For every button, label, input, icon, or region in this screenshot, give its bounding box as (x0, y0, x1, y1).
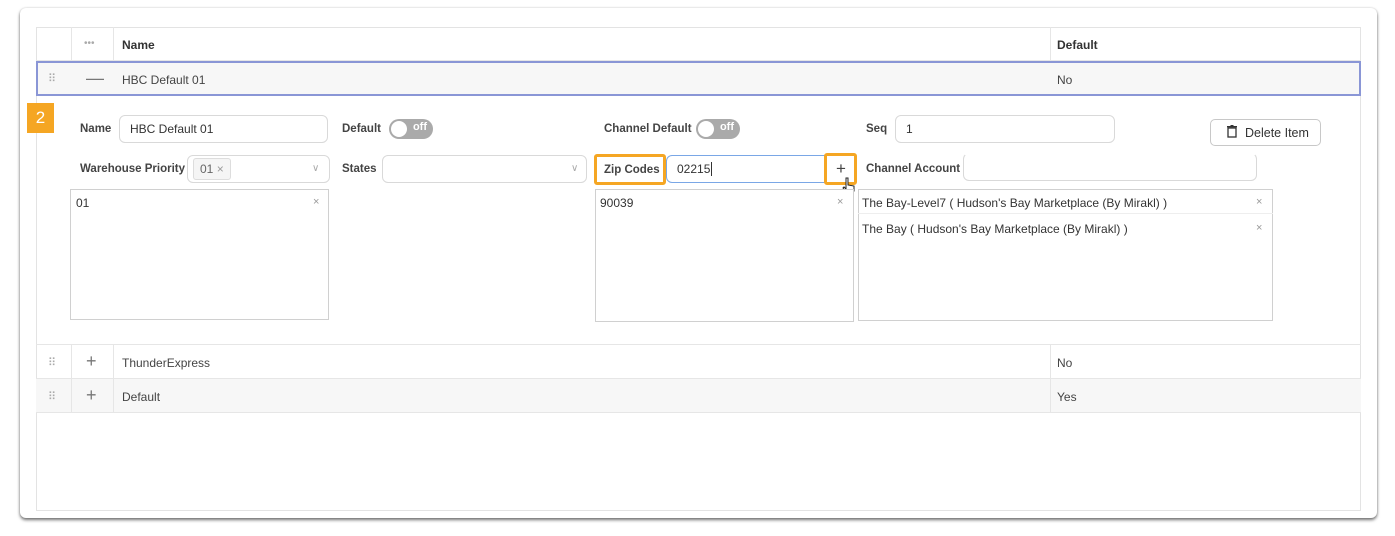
column-menu-icon[interactable]: ••• (84, 38, 95, 49)
warehouse-priority-list (70, 189, 329, 320)
delete-item-button[interactable]: Delete Item (1210, 119, 1321, 146)
row-name: ThunderExpress (122, 356, 211, 370)
zip-codes-label: Zip Codes (604, 164, 660, 176)
default-label: Default (342, 123, 381, 135)
zip-codes-list (595, 189, 854, 322)
chevron-down-icon[interactable]: ∨ (312, 163, 319, 174)
channel-default-toggle[interactable]: off (696, 119, 740, 139)
row-name: Default (122, 390, 161, 404)
expand-icon[interactable]: + (86, 352, 97, 370)
row-default: Yes (1057, 390, 1077, 404)
remove-icon[interactable]: × (837, 196, 843, 208)
default-toggle[interactable]: off (389, 119, 433, 139)
table-row[interactable] (36, 379, 1361, 413)
chevron-down-icon[interactable]: ∨ (571, 163, 578, 174)
collapse-icon[interactable]: — (86, 69, 104, 87)
list-item: The Bay ( Hudson's Bay Marketplace (By M… (862, 222, 1128, 236)
trash-icon (1227, 125, 1237, 141)
table-row[interactable] (36, 61, 1361, 96)
table-row[interactable] (36, 345, 1361, 379)
warehouse-tag[interactable]: 01 × (193, 158, 231, 180)
column-header-name[interactable]: Name (122, 38, 155, 52)
tag-remove-icon[interactable]: × (217, 162, 224, 176)
drag-handle-icon[interactable]: ⠿ (48, 72, 56, 85)
channel-account-select[interactable] (963, 153, 1257, 181)
row-name: HBC Default 01 (122, 73, 206, 87)
row-default: No (1057, 356, 1073, 370)
channel-account-label: Channel Account (866, 163, 961, 175)
remove-icon[interactable]: × (1256, 196, 1262, 208)
states-label: States (342, 163, 377, 175)
row-default: No (1057, 73, 1073, 87)
plus-icon: + (836, 159, 846, 178)
remove-icon[interactable]: × (313, 196, 319, 208)
channel-default-label: Channel Default (604, 123, 692, 135)
list-item: The Bay-Level7 ( Hudson's Bay Marketplac… (862, 196, 1168, 210)
remove-icon[interactable]: × (1256, 222, 1262, 234)
expand-icon[interactable]: + (86, 386, 97, 404)
seq-label: Seq (866, 123, 888, 135)
list-item: 01 (76, 196, 90, 210)
seq-input[interactable]: 1 (895, 115, 1115, 143)
table-header (36, 27, 1361, 61)
name-label: Name (80, 123, 112, 135)
name-input[interactable]: HBC Default 01 (119, 115, 328, 143)
drag-handle-icon[interactable]: ⠿ (48, 390, 56, 403)
warehouse-priority-label: Warehouse Priority (80, 163, 186, 175)
list-item: 90039 (600, 196, 634, 210)
step-badge: 2 (27, 103, 54, 133)
column-header-default[interactable]: Default (1057, 38, 1098, 52)
delete-item-label: Delete Item (1245, 126, 1309, 140)
states-select[interactable] (382, 155, 587, 183)
drag-handle-icon[interactable]: ⠿ (48, 356, 56, 369)
